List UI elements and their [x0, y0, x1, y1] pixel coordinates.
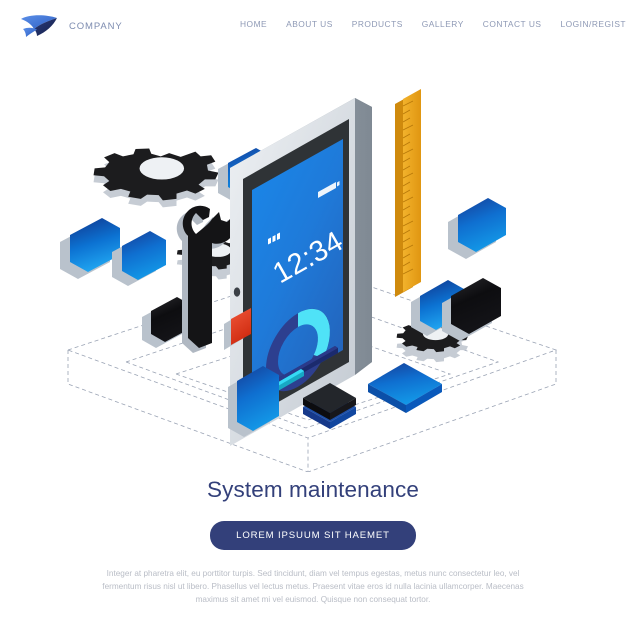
site-header: COMPANY HOME ABOUT US PRODUCTS GALLERY C… — [0, 0, 626, 52]
main-nav: HOME ABOUT US PRODUCTS GALLERY CONTACT U… — [240, 19, 626, 29]
landing-page: COMPANY HOME ABOUT US PRODUCTS GALLERY C… — [0, 0, 626, 626]
wing-logo-icon — [21, 15, 57, 37]
tile-blue-floor — [368, 363, 442, 413]
hero-illustration: 12:34 — [0, 62, 626, 472]
gear-large-icon — [93, 148, 219, 208]
nav-item-contact-us[interactable]: CONTACT US — [483, 19, 542, 29]
hero-content: System maintenance LOREM IPSUUM SIT HAEM… — [0, 477, 626, 607]
page-title: System maintenance — [207, 477, 419, 502]
cta-button[interactable]: LOREM IPSUUM SIT HAEMET — [210, 520, 416, 550]
nav-item-about-us[interactable]: ABOUT US — [286, 19, 333, 29]
ruler-icon — [395, 89, 421, 297]
brand-logo[interactable]: COMPANY — [20, 13, 123, 39]
nav-item-login-register[interactable]: LOGIN/REGISTER — [560, 19, 626, 29]
tile-blue-right-top — [448, 198, 506, 259]
nav-item-gallery[interactable]: GALLERY — [422, 19, 464, 29]
nav-item-products[interactable]: PRODUCTS — [352, 19, 403, 29]
tile-blue-mid-left-2 — [112, 231, 166, 286]
isometric-scene: 12:34 — [60, 89, 558, 472]
tile-blue-mid-left-1 — [60, 218, 120, 279]
brand-name: COMPANY — [69, 20, 123, 32]
nav-item-home[interactable]: HOME — [240, 19, 267, 29]
body-paragraph: Integer at pharetra elit, eu porttitor t… — [102, 568, 524, 605]
